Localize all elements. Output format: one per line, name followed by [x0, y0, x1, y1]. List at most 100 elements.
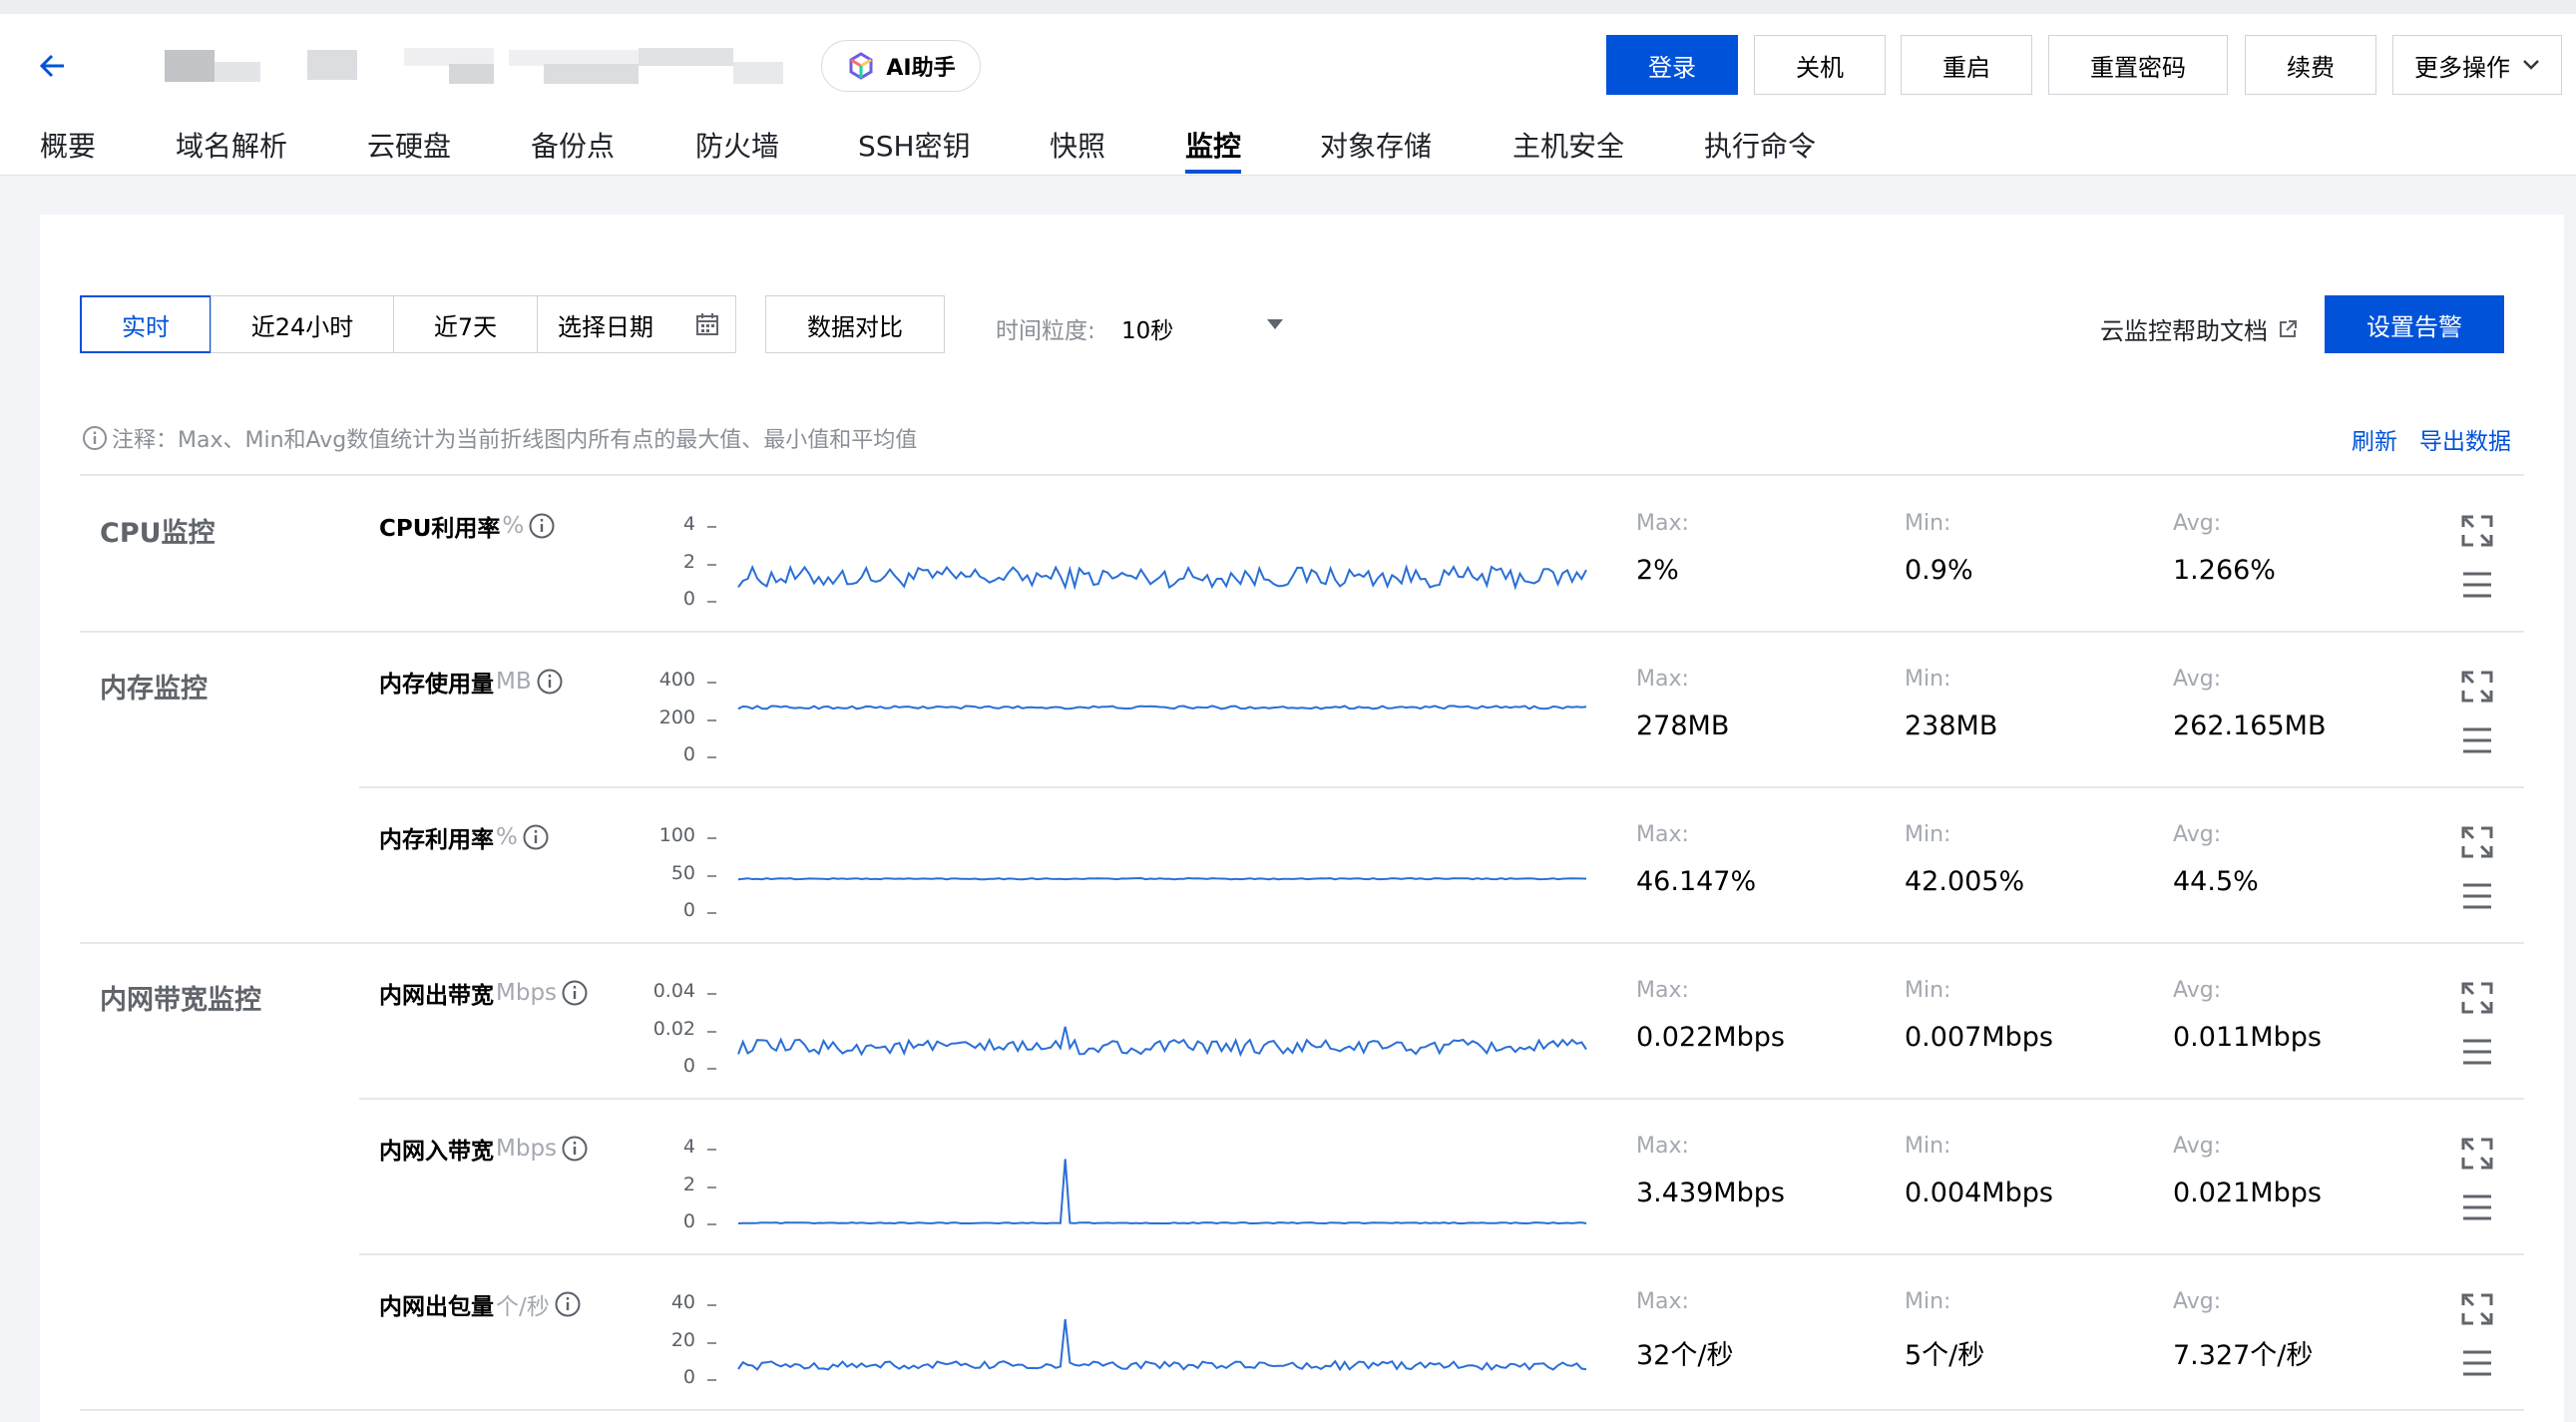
- info-icon[interactable]: [561, 1135, 589, 1163]
- menu-icon[interactable]: [2459, 1034, 2495, 1070]
- y-tick-label: 2: [682, 551, 695, 573]
- back-arrow-icon[interactable]: [34, 46, 74, 86]
- y-tick-label: 400: [658, 669, 695, 691]
- y-tick-label: 40: [670, 1291, 695, 1313]
- avg-value: 1.266%: [2173, 555, 2276, 586]
- info-icon[interactable]: [561, 979, 589, 1007]
- menu-icon[interactable]: [2459, 878, 2495, 914]
- y-tick-mark: [707, 719, 716, 721]
- set-alarm-button[interactable]: 设置告警: [2325, 295, 2504, 353]
- active-tab-indicator: [1185, 170, 1241, 174]
- divider: [80, 474, 2524, 476]
- calendar-icon: [696, 313, 718, 335]
- range-7d[interactable]: 近7天: [393, 295, 538, 353]
- expand-icon[interactable]: [2459, 824, 2495, 860]
- info-icon[interactable]: [554, 1290, 582, 1318]
- tab-disk[interactable]: 云硬盘: [367, 125, 451, 165]
- compare-button[interactable]: 数据对比: [765, 295, 945, 353]
- reset-password-button[interactable]: 重置密码: [2048, 35, 2228, 95]
- tab-run-command[interactable]: 执行命令: [1704, 125, 1816, 165]
- expand-icon[interactable]: [2459, 980, 2495, 1016]
- metric-unit: Mbps: [496, 980, 558, 1006]
- min-value: 0.004Mbps: [1905, 1178, 2053, 1208]
- avg-value: 44.5%: [2173, 866, 2259, 897]
- metric-title: 内网出带宽 Mbps: [379, 976, 589, 1010]
- menu-icon[interactable]: [2459, 722, 2495, 758]
- tab-backup[interactable]: 备份点: [531, 125, 615, 165]
- y-tick-mark: [707, 1186, 716, 1188]
- renew-button[interactable]: 续费: [2245, 35, 2376, 95]
- y-tick-mark: [707, 526, 716, 528]
- y-tick-label: 4: [682, 1136, 695, 1158]
- tab-monitor[interactable]: 监控: [1185, 125, 1241, 165]
- min-label: Min:: [1905, 1289, 1951, 1314]
- monitor-panel: [40, 215, 2564, 1422]
- metric-title: 内网入带宽 Mbps: [379, 1132, 589, 1166]
- y-tick-label: 100: [658, 824, 695, 846]
- info-icon[interactable]: [528, 512, 556, 540]
- more-actions-button[interactable]: 更多操作: [2392, 35, 2562, 95]
- help-doc-link[interactable]: 云监控帮助文档: [2100, 311, 2298, 346]
- expand-icon[interactable]: [2459, 669, 2495, 705]
- help-doc-label: 云监控帮助文档: [2100, 317, 2268, 345]
- expand-icon[interactable]: [2459, 1136, 2495, 1172]
- restart-button[interactable]: 重启: [1901, 35, 2032, 95]
- avg-value: 7.327个/秒: [2173, 1340, 2314, 1371]
- refresh-link[interactable]: 刷新: [2352, 422, 2397, 456]
- min-value: 0.007Mbps: [1905, 1022, 2053, 1053]
- min-value: 0.9%: [1905, 555, 1973, 586]
- tab-snapshot[interactable]: 快照: [1050, 125, 1105, 165]
- date-picker-label: 选择日期: [558, 312, 653, 341]
- login-button[interactable]: 登录: [1606, 35, 1738, 95]
- export-data-link[interactable]: 导出数据: [2419, 422, 2511, 456]
- tab-object-storage[interactable]: 对象存储: [1320, 125, 1432, 165]
- y-tick-mark: [707, 1342, 716, 1344]
- ai-assistant-button[interactable]: AI助手: [821, 40, 981, 92]
- info-icon[interactable]: [522, 823, 550, 851]
- max-label: Max:: [1636, 667, 1689, 692]
- info-icon: [83, 426, 107, 450]
- caret-down-icon[interactable]: [1267, 319, 1283, 329]
- avg-label: Avg:: [2173, 1134, 2222, 1159]
- y-tick-mark: [707, 1068, 716, 1070]
- expand-icon[interactable]: [2459, 513, 2495, 549]
- y-tick-mark: [707, 1304, 716, 1306]
- min-value: 238MB: [1905, 711, 1998, 741]
- note-text: 注释：Max、Min和Avg数值统计为当前折线图内所有点的最大值、最小值和平均值: [112, 428, 918, 453]
- metric-title: CPU利用率%: [379, 509, 556, 543]
- row-divider: [359, 1098, 2524, 1100]
- menu-icon[interactable]: [2459, 567, 2495, 603]
- y-tick-mark: [707, 756, 716, 758]
- row-divider: [80, 631, 2524, 633]
- range-24h[interactable]: 近24小时: [211, 295, 394, 353]
- tab-ssh-key[interactable]: SSH密钥: [858, 125, 971, 165]
- y-tick-label: 0: [682, 1055, 695, 1077]
- avg-label: Avg:: [2173, 978, 2222, 1003]
- info-icon[interactable]: [536, 668, 564, 696]
- y-tick-label: 0: [682, 588, 695, 610]
- metric-unit: %: [502, 513, 525, 539]
- menu-icon[interactable]: [2459, 1345, 2495, 1381]
- max-label: Max:: [1636, 1289, 1689, 1314]
- granularity-select[interactable]: 10秒: [1121, 311, 1173, 345]
- y-tick-mark: [707, 601, 716, 603]
- max-value: 2%: [1636, 555, 1679, 586]
- range-realtime[interactable]: 实时: [80, 295, 212, 353]
- metric-unit: 个/秒: [496, 1294, 550, 1320]
- y-tick-label: 0.04: [652, 980, 695, 1002]
- avg-value: 262.165MB: [2173, 711, 2327, 741]
- menu-icon[interactable]: [2459, 1189, 2495, 1225]
- row-divider: [359, 786, 2524, 788]
- tab-overview[interactable]: 概要: [40, 125, 96, 165]
- min-label: Min:: [1905, 667, 1951, 692]
- expand-icon[interactable]: [2459, 1291, 2495, 1327]
- metric-title: 内存利用率%: [379, 820, 550, 854]
- y-tick-label: 0: [682, 899, 695, 921]
- shutdown-button[interactable]: 关机: [1754, 35, 1886, 95]
- date-picker[interactable]: 选择日期: [537, 295, 736, 353]
- y-tick-label: 0.02: [652, 1018, 695, 1040]
- tab-dns[interactable]: 域名解析: [176, 125, 287, 165]
- tab-firewall[interactable]: 防火墙: [695, 125, 779, 165]
- row-divider: [80, 942, 2524, 944]
- tab-host-security[interactable]: 主机安全: [1512, 125, 1624, 165]
